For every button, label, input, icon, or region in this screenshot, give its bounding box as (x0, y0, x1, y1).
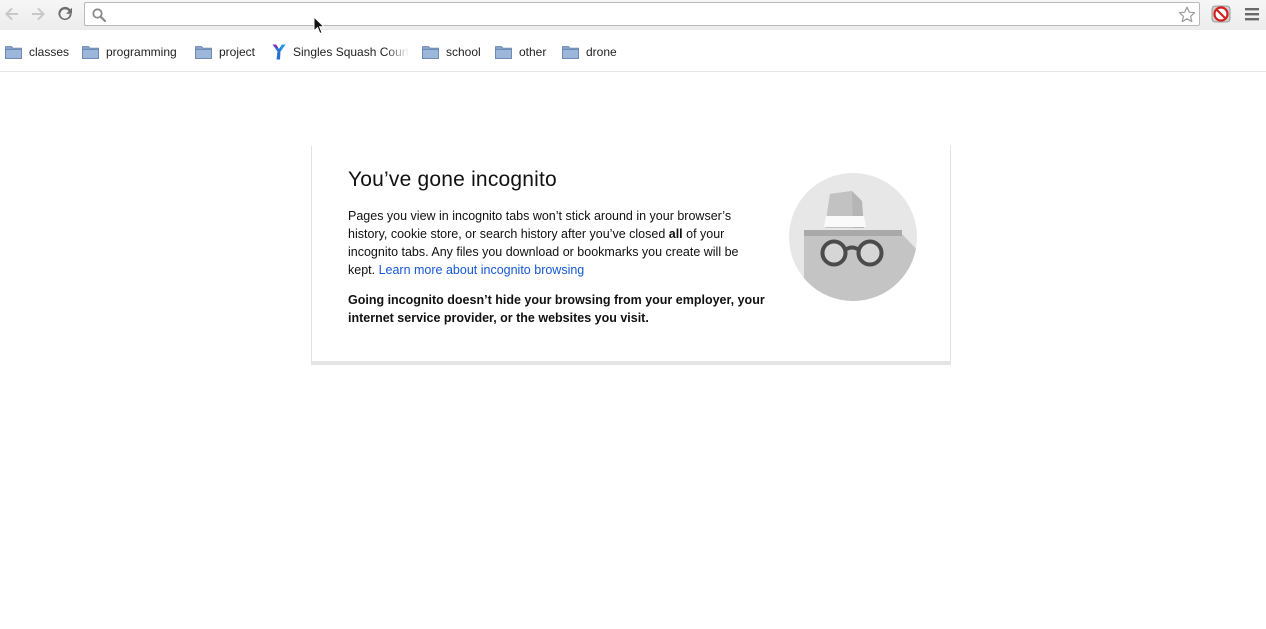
bookmark-label: school (446, 45, 481, 59)
incognito-spy-icon (789, 173, 917, 301)
folder-icon (195, 46, 212, 59)
bookmark-label: programming (106, 45, 177, 59)
bookmark-other[interactable]: other (495, 43, 546, 61)
bookmark-drone[interactable]: drone (562, 43, 617, 61)
browser-toolbar (0, 0, 1266, 30)
folder-icon (422, 46, 439, 59)
incognito-card: You’ve gone incognito Pages you view in … (311, 146, 951, 365)
incognito-description: Pages you view in incognito tabs won’t s… (348, 207, 766, 279)
page-title: You’ve gone incognito (348, 168, 557, 191)
bookmark-singles-squash-court[interactable]: Singles Squash Court (272, 43, 409, 61)
bookmark-school[interactable]: school (422, 43, 481, 61)
folder-icon (562, 46, 579, 59)
mouse-cursor-icon (313, 16, 325, 35)
bookmark-project[interactable]: project (195, 43, 255, 61)
ymca-icon (272, 44, 286, 60)
bookmark-label: Singles Squash Court (293, 45, 409, 59)
arrow-right-icon (32, 7, 45, 21)
star-outline-icon[interactable] (1177, 5, 1197, 25)
bookmark-label: drone (586, 45, 617, 59)
learn-more-link[interactable]: Learn more about incognito browsing (379, 263, 585, 277)
omnibox[interactable] (84, 2, 1200, 26)
search-icon (92, 8, 107, 23)
arrow-left-icon (5, 7, 18, 21)
hamburger-menu-icon[interactable] (1243, 5, 1261, 23)
bookmark-programming[interactable]: programming (82, 43, 177, 61)
bookmark-classes[interactable]: classes (5, 43, 69, 61)
folder-icon (495, 46, 512, 59)
folder-icon (5, 46, 22, 59)
bookmarks-bar: classes programming project Singles Squa… (0, 30, 1266, 72)
adblock-icon[interactable] (1211, 4, 1231, 24)
bookmark-label: project (219, 45, 256, 59)
forward-button[interactable] (28, 4, 48, 24)
reload-icon (58, 6, 72, 21)
incognito-warning: Going incognito doesn’t hide your browsi… (348, 293, 765, 325)
reload-button[interactable] (55, 4, 75, 24)
bookmark-label: other (519, 45, 547, 59)
folder-icon (82, 46, 99, 59)
omnibox-input[interactable] (111, 5, 1175, 25)
description-bold: all (668, 227, 683, 241)
back-button[interactable] (2, 4, 22, 24)
bookmark-label: classes (29, 45, 70, 59)
